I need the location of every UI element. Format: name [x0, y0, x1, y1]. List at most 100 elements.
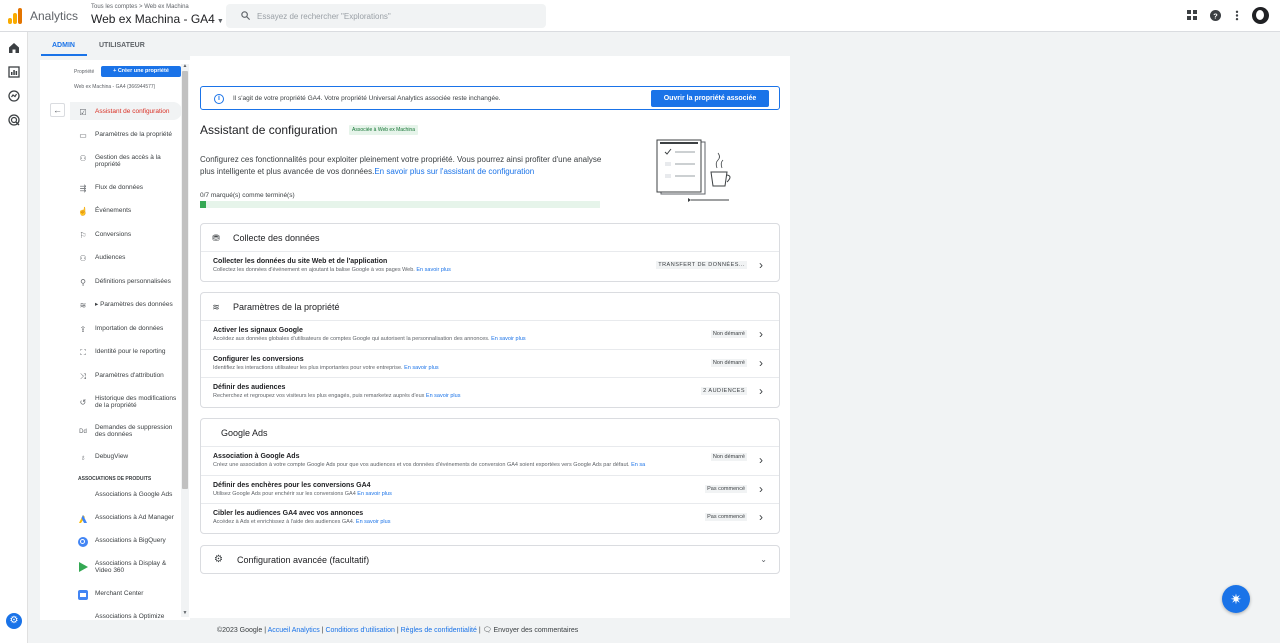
card-title: Collecte des données	[233, 233, 320, 243]
search-bar[interactable]	[226, 4, 546, 28]
row-title: Définir des audiences	[213, 384, 286, 391]
advertising-icon[interactable]	[8, 114, 20, 126]
row-desc-text: Accédez aux données globales d'utilisate…	[213, 336, 490, 342]
footer-separator: |	[478, 627, 481, 634]
delete-data-icon: Dd	[79, 429, 87, 435]
progress-bar	[200, 201, 600, 208]
row-status: Non démarré	[710, 453, 747, 461]
learn-more-link[interactable]: En sa	[631, 462, 645, 468]
gear-icon: ⚙	[214, 554, 223, 565]
nav-item-label: ▸ Paramètres des données	[95, 301, 173, 308]
row-status: Non démarré	[710, 330, 747, 338]
help-icon[interactable]: ?	[1210, 10, 1221, 21]
learn-more-link[interactable]: En savoir plus	[491, 336, 526, 342]
learn-more-link[interactable]: En savoir plus	[426, 393, 461, 399]
footer-terms-link[interactable]: Conditions d'utilisation	[325, 627, 394, 634]
row-description: Collectez les données d'événement en ajo…	[213, 267, 451, 273]
row-status: 2 AUDIENCES	[701, 387, 747, 395]
setup-row-collect-data[interactable]: Collecter les données du site Web et de …	[201, 252, 779, 281]
setup-row-google-signals[interactable]: Activer les signaux Google Accédez aux d…	[201, 321, 779, 350]
setup-row-google-ads-link[interactable]: Association à Google Ads Créez une assoc…	[201, 447, 779, 476]
chevron-down-icon[interactable]: ⌄	[760, 555, 767, 564]
learn-more-link[interactable]: En savoir plus	[404, 365, 439, 371]
card-header: ⛃ Collecte des données	[201, 224, 779, 252]
nav-item-label: Conversions	[95, 231, 132, 238]
data-collection-icon: ⛃	[212, 233, 220, 243]
create-property-button[interactable]: + Créer une propriété	[101, 66, 181, 77]
account-breadcrumb[interactable]: Tous les comptes > Web ex Machina	[91, 4, 189, 10]
nav-item-label: Définitions personnalisées	[95, 278, 171, 285]
scroll-down-icon[interactable]: ▼	[182, 610, 188, 616]
card-header: ≋ Paramètres de la propriété	[201, 293, 779, 321]
chevron-right-icon[interactable]: ›	[759, 384, 763, 398]
nav-item-label: Événements	[95, 207, 132, 214]
setup-row-bidding[interactable]: Définir des enchères pour les conversion…	[201, 476, 779, 504]
chevron-right-icon[interactable]: ›	[759, 356, 763, 370]
footer-copyright: ©2023 Google |	[217, 627, 267, 634]
advanced-config-card[interactable]: ⚙ Configuration avancée (facultatif) ⌄	[200, 545, 780, 574]
row-status: Pas commencé	[705, 513, 747, 521]
debug-icon: ♁	[80, 453, 86, 462]
account-avatar[interactable]	[1252, 7, 1269, 24]
row-desc-text: Créez une association à votre compte Goo…	[213, 462, 630, 468]
row-description: Accédez aux données globales d'utilisate…	[213, 336, 526, 342]
insights-fab-icon[interactable]: ✷	[1222, 585, 1250, 613]
tab-active-indicator	[41, 54, 87, 56]
footer-feedback-link[interactable]: Envoyer des commentaires	[493, 627, 578, 634]
association-badge: Associée à Web ex Machina	[349, 125, 418, 135]
setup-assistant-panel: i Il s'agit de votre propriété GA4. Votr…	[190, 56, 790, 618]
learn-more-link[interactable]: En savoir plus	[416, 267, 451, 273]
chevron-right-icon[interactable]: ›	[759, 510, 763, 524]
nav-item-label: Demandes de suppression des données	[95, 424, 173, 438]
property-settings-icon: ▭	[79, 131, 87, 140]
chevron-right-icon[interactable]: ›	[759, 453, 763, 467]
learn-more-link[interactable]: En savoir plus	[357, 491, 392, 497]
tab-utilisateur[interactable]: UTILISATEUR	[99, 38, 145, 58]
home-icon[interactable]	[8, 42, 20, 54]
ad-manager-icon	[79, 515, 87, 523]
create-property-label: Créer une propriété	[117, 68, 169, 74]
top-bar: Analytics Tous les comptes > Web ex Mach…	[0, 0, 1280, 32]
apps-grid-icon[interactable]	[1187, 10, 1197, 20]
property-settings-card: ≋ Paramètres de la propriété Activer les…	[200, 292, 780, 408]
learn-more-setup-link[interactable]: En savoir plus sur l'assistant de config…	[374, 167, 534, 176]
checklist-icon: ☑	[79, 108, 87, 117]
nav-item-label: Associations à Optimize	[95, 613, 165, 620]
footer-privacy-link[interactable]: Règles de confidentialité	[401, 627, 477, 634]
nav-item-label: Associations à Ad Manager	[95, 514, 174, 521]
ua-info-banner: i Il s'agit de votre propriété GA4. Votr…	[200, 86, 780, 110]
back-arrow-icon[interactable]: ←	[50, 103, 65, 117]
row-description: Identifiez les interactions utilisateur …	[213, 365, 439, 371]
row-desc-text: Accédez à Ads et enrichissez à l'aide de…	[213, 519, 355, 525]
admin-gear-icon[interactable]: ⚙	[6, 613, 22, 629]
explore-icon[interactable]	[8, 90, 20, 102]
progress-fill	[200, 201, 206, 208]
chevron-right-icon[interactable]: ›	[759, 327, 763, 341]
row-title: Cibler les audiences GA4 avec vos annonc…	[213, 510, 364, 517]
page-title: Assistant de configuration	[200, 123, 338, 137]
analytics-logo[interactable]	[8, 8, 22, 24]
row-desc-text: Identifiez les interactions utilisateur …	[213, 364, 403, 371]
search-input[interactable]	[257, 7, 537, 25]
property-selector[interactable]: Web ex Machina - GA4 ▼	[91, 12, 224, 26]
bigquery-icon	[78, 537, 88, 547]
nav-item-label: Associations à BigQuery	[95, 537, 166, 544]
chevron-right-icon[interactable]: ›	[759, 482, 763, 496]
svg-text:?: ?	[1213, 11, 1218, 20]
row-title: Association à Google Ads	[213, 453, 300, 460]
setup-row-target-audiences[interactable]: Cibler les audiences GA4 avec vos annonc…	[201, 504, 779, 533]
more-vert-icon[interactable]	[1235, 10, 1239, 21]
property-name: Web ex Machina - GA4	[91, 12, 215, 26]
chevron-right-icon[interactable]: ›	[759, 258, 763, 272]
data-collection-card: ⛃ Collecte des données Collecter les don…	[200, 223, 780, 282]
scroll-up-icon[interactable]: ▲	[182, 63, 188, 69]
reports-icon[interactable]	[8, 66, 20, 78]
setup-row-audiences[interactable]: Définir des audiences Recherchez et regr…	[201, 378, 779, 407]
row-title: Configurer les conversions	[213, 355, 304, 363]
setup-row-conversions[interactable]: Configurer les conversions Identifiez le…	[201, 350, 779, 378]
footer-analytics-home-link[interactable]: Accueil Analytics	[268, 627, 320, 634]
merchant-center-icon	[78, 590, 88, 600]
nav-scroll-thumb[interactable]	[182, 71, 188, 489]
learn-more-link[interactable]: En savoir plus	[356, 519, 391, 525]
open-associated-property-button[interactable]: Ouvrir la propriété associée	[651, 90, 769, 107]
